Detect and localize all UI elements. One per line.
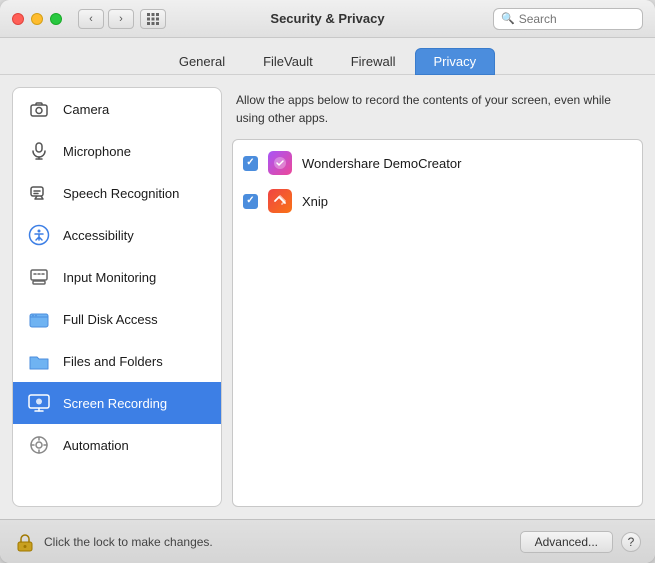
sidebar-label-automation: Automation <box>63 438 129 453</box>
apps-list: ✓ Wondershare DemoCreator ✓ <box>232 139 643 507</box>
footer-text: Click the lock to make changes. <box>44 535 520 549</box>
grid-button[interactable] <box>140 9 166 29</box>
sidebar-item-files-folders[interactable]: Files and Folders <box>13 340 221 382</box>
checkbox-wondershare[interactable]: ✓ <box>243 156 258 171</box>
app-item-wondershare[interactable]: ✓ Wondershare DemoCreator <box>233 144 642 182</box>
sidebar-label-camera: Camera <box>63 102 109 117</box>
app-label-xnip: Xnip <box>302 194 328 209</box>
main-panel: Allow the apps below to record the conte… <box>232 87 643 507</box>
tab-general[interactable]: General <box>160 48 244 75</box>
tab-privacy[interactable]: Privacy <box>415 48 496 75</box>
traffic-lights <box>12 13 62 25</box>
camera-icon <box>25 95 53 123</box>
app-label-wondershare: Wondershare DemoCreator <box>302 156 461 171</box>
screen-recording-icon <box>25 389 53 417</box>
close-button[interactable] <box>12 13 24 25</box>
app-item-xnip[interactable]: ✓ Xnip <box>233 182 642 220</box>
speech-icon <box>25 179 53 207</box>
accessibility-icon <box>25 221 53 249</box>
content-area: Camera Microphone <box>0 75 655 519</box>
sidebar-item-accessibility[interactable]: Accessibility <box>13 214 221 256</box>
checkmark-icon: ✓ <box>246 158 254 168</box>
sidebar-label-screen-recording: Screen Recording <box>63 396 167 411</box>
search-input[interactable] <box>519 12 635 26</box>
tabbar: General FileVault Firewall Privacy <box>0 38 655 75</box>
sidebar-item-microphone[interactable]: Microphone <box>13 130 221 172</box>
sidebar-label-speech: Speech Recognition <box>63 186 179 201</box>
search-icon: 🔍 <box>501 12 515 25</box>
nav-buttons: ‹ › <box>78 9 134 29</box>
sidebar-label-input-monitoring: Input Monitoring <box>63 270 156 285</box>
sidebar-label-accessibility: Accessibility <box>63 228 134 243</box>
sidebar-item-speech[interactable]: Speech Recognition <box>13 172 221 214</box>
forward-button[interactable]: › <box>108 9 134 29</box>
app-icon-xnip <box>268 189 292 213</box>
sidebar-item-camera[interactable]: Camera <box>13 88 221 130</box>
checkmark-icon: ✓ <box>246 196 254 206</box>
input-monitoring-icon <box>25 263 53 291</box>
sidebar-item-automation[interactable]: Automation <box>13 424 221 466</box>
advanced-button[interactable]: Advanced... <box>520 531 613 553</box>
sidebar-item-screen-recording[interactable]: Screen Recording <box>13 382 221 424</box>
automation-icon <box>25 431 53 459</box>
maximize-button[interactable] <box>50 13 62 25</box>
titlebar: ‹ › Security & Privacy 🔍 <box>0 0 655 38</box>
description-text: Allow the apps below to record the conte… <box>232 87 643 131</box>
sidebar-label-microphone: Microphone <box>63 144 131 159</box>
sidebar-item-full-disk[interactable]: Full Disk Access <box>13 298 221 340</box>
full-disk-icon <box>25 305 53 333</box>
checkbox-xnip[interactable]: ✓ <box>243 194 258 209</box>
window: ‹ › Security & Privacy 🔍 General FileV <box>0 0 655 563</box>
lock-icon <box>14 531 36 553</box>
tab-firewall[interactable]: Firewall <box>332 48 415 75</box>
sidebar: Camera Microphone <box>12 87 222 507</box>
microphone-icon <box>25 137 53 165</box>
sidebar-label-files-folders: Files and Folders <box>63 354 163 369</box>
tab-filevault[interactable]: FileVault <box>244 48 332 75</box>
sidebar-item-input-monitoring[interactable]: Input Monitoring <box>13 256 221 298</box>
minimize-button[interactable] <box>31 13 43 25</box>
sidebar-label-full-disk: Full Disk Access <box>63 312 158 327</box>
grid-icon <box>147 13 159 25</box>
window-title: Security & Privacy <box>270 11 384 26</box>
search-box[interactable]: 🔍 <box>493 8 643 30</box>
back-button[interactable]: ‹ <box>78 9 104 29</box>
files-folders-icon <box>25 347 53 375</box>
app-icon-wondershare <box>268 151 292 175</box>
footer: Click the lock to make changes. Advanced… <box>0 519 655 563</box>
help-button[interactable]: ? <box>621 532 641 552</box>
